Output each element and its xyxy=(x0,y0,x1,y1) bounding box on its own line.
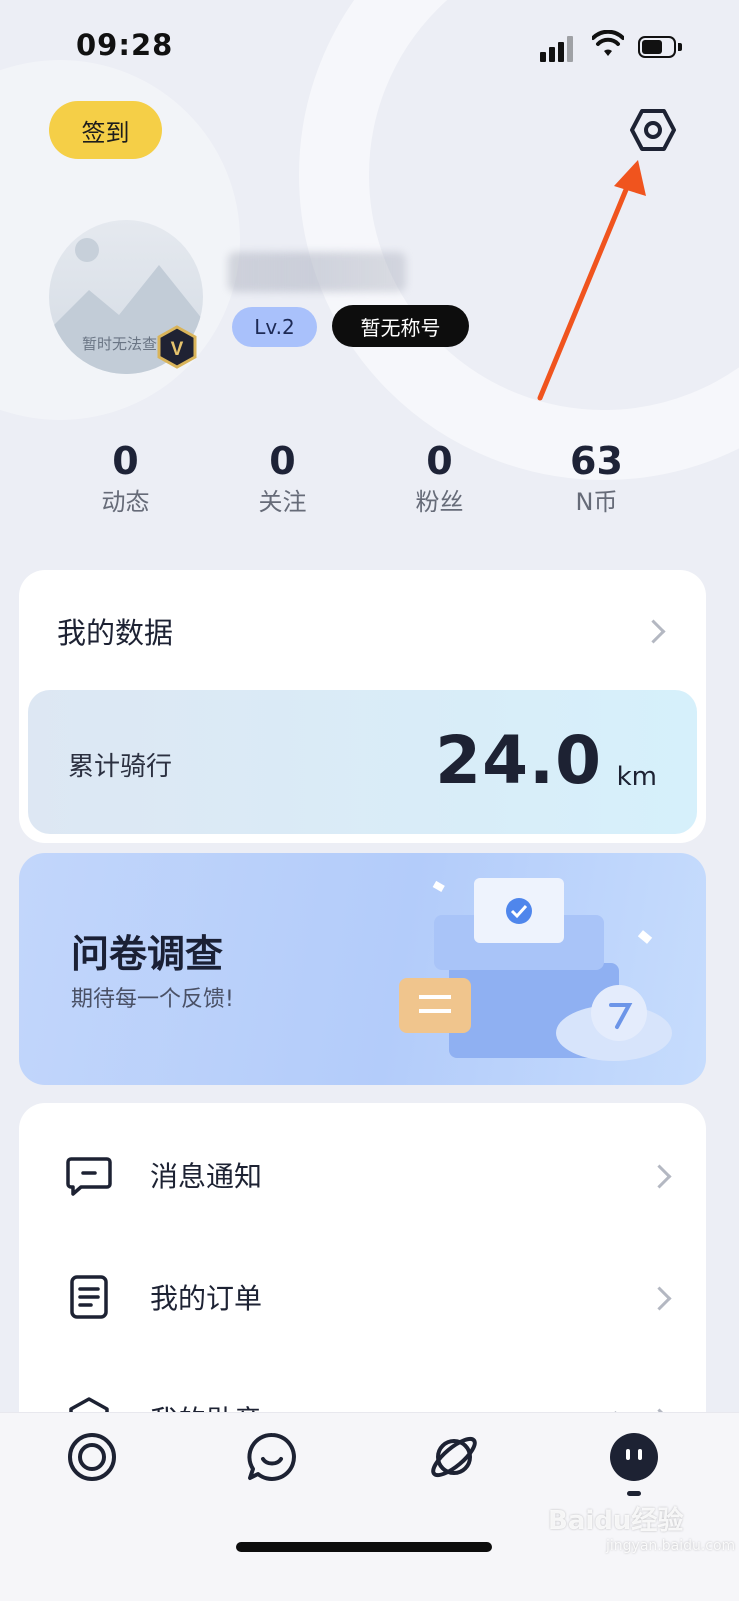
battery-icon xyxy=(638,36,684,60)
home-indicator[interactable] xyxy=(236,1542,492,1552)
profile-tab-icon[interactable] xyxy=(606,1429,662,1485)
level-badge[interactable]: Lv.2 xyxy=(232,307,317,347)
active-tab-indicator xyxy=(627,1491,641,1496)
stats-row: 0 动态 0 关注 0 粉丝 63 N币 xyxy=(47,438,675,528)
survey-banner[interactable]: 问卷调查 期待每一个反馈! xyxy=(19,853,706,1085)
menu-item-messages[interactable]: 消息通知 xyxy=(19,1125,706,1225)
survey-subtitle: 期待每一个反馈! xyxy=(71,987,234,1012)
stat-value: 0 xyxy=(112,439,139,483)
my-data-card[interactable]: 我的数据 累计骑行 24.0 km xyxy=(19,570,706,843)
signin-button[interactable]: 签到 xyxy=(49,101,162,159)
message-icon xyxy=(66,1157,112,1196)
watermark-url: jingyan.baidu.com xyxy=(606,1538,736,1554)
stat-coins[interactable]: 63 N币 xyxy=(518,438,675,528)
vip-badge-icon: V xyxy=(157,325,197,369)
username xyxy=(228,252,406,292)
cellular-signal-icon xyxy=(540,36,580,62)
wifi-icon xyxy=(592,30,624,56)
total-ride-label: 累计骑行 xyxy=(68,752,173,782)
total-ride-unit: km xyxy=(616,762,657,792)
order-icon xyxy=(70,1275,108,1319)
total-ride-panel: 累计骑行 24.0 km xyxy=(28,690,697,834)
stat-value: 0 xyxy=(269,439,296,483)
survey-illustration-icon xyxy=(399,878,672,1061)
status-bar: 09:28 xyxy=(0,0,739,96)
my-data-title: 我的数据 xyxy=(57,616,174,650)
stat-value: 63 xyxy=(570,439,623,483)
stat-following[interactable]: 0 关注 xyxy=(204,438,361,528)
stat-followers[interactable]: 0 粉丝 xyxy=(361,438,518,528)
stat-value: 0 xyxy=(426,439,453,483)
settings-button[interactable] xyxy=(628,105,678,155)
total-ride-value: 24.0 xyxy=(435,722,602,799)
stat-label: 粉丝 xyxy=(415,488,464,516)
chat-tab-icon[interactable] xyxy=(244,1429,300,1485)
annotation-arrow xyxy=(537,160,646,401)
menu-label: 我的订单 xyxy=(150,1282,263,1315)
stat-label: 关注 xyxy=(258,488,307,516)
settings-icon xyxy=(630,109,676,151)
menu-item-orders[interactable]: 我的订单 xyxy=(19,1247,706,1347)
chevron-right-icon xyxy=(647,1286,672,1311)
home-tab-icon[interactable] xyxy=(64,1429,120,1485)
stat-posts[interactable]: 0 动态 xyxy=(47,438,204,528)
chevron-right-icon xyxy=(647,1164,672,1189)
survey-title: 问卷调查 xyxy=(71,932,224,976)
status-time: 09:28 xyxy=(76,28,174,62)
chevron-right-icon xyxy=(641,619,666,644)
menu-label: 消息通知 xyxy=(150,1160,263,1193)
title-badge[interactable]: 暂无称号 xyxy=(332,305,469,347)
stat-label: N币 xyxy=(575,488,618,516)
stat-label: 动态 xyxy=(101,488,150,516)
svg-text:V: V xyxy=(171,339,184,360)
discover-tab-icon[interactable] xyxy=(426,1429,482,1485)
watermark: Baidu经验 xyxy=(548,1506,684,1536)
